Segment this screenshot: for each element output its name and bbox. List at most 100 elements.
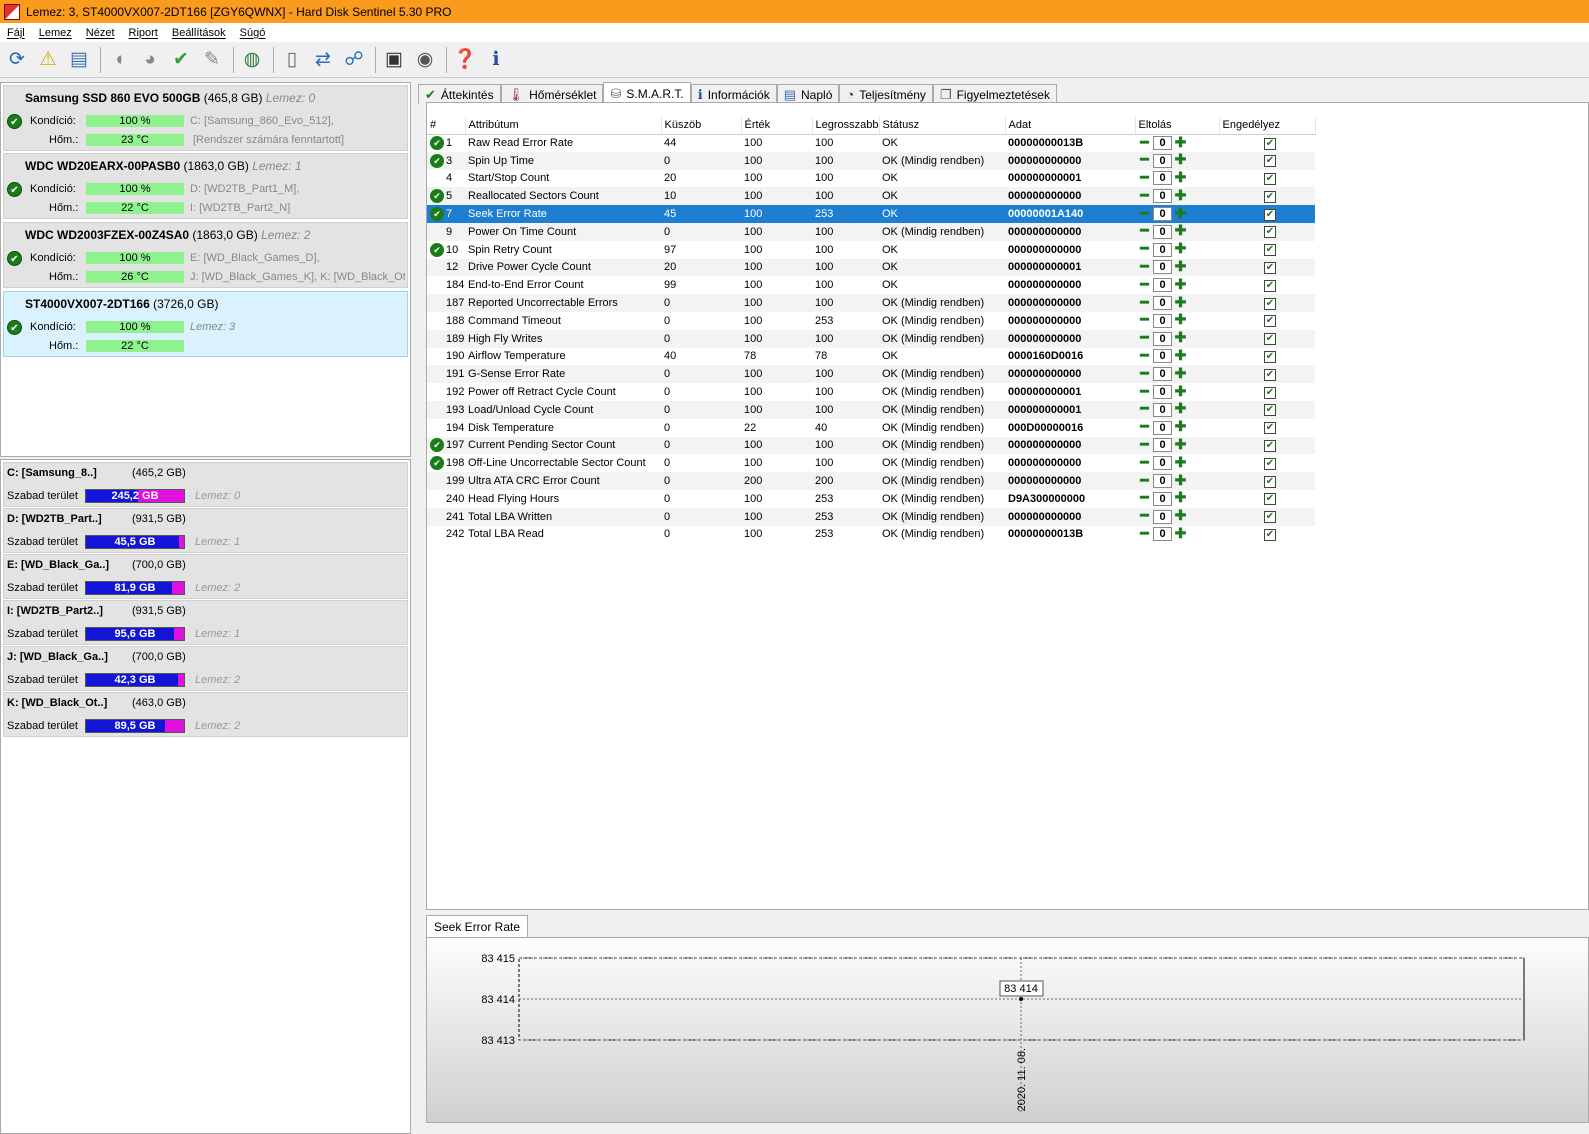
- menu-lemez[interactable]: Lemez: [32, 27, 79, 39]
- tab-teljesitmeny[interactable]: ◔ Teljesítmény: [839, 84, 933, 104]
- table-row[interactable]: 192 Power off Retract Cycle Count 0 100 100 O…: [427, 383, 1315, 401]
- table-row[interactable]: 190 Airflow Temperature 40 78 78 OK 0000160D00…: [427, 348, 1315, 366]
- enable-checkbox[interactable]: ✔: [1264, 493, 1276, 506]
- table-row[interactable]: 193 Load/Unload Cycle Count 0 100 100 OK (Min…: [427, 400, 1315, 419]
- disk-test-icon[interactable]: ◕: [136, 46, 164, 74]
- plus-icon[interactable]: ✚: [1174, 473, 1187, 488]
- table-row[interactable]: 4 Start/Stop Count 20 100 100 OK 000000000001 ━…: [427, 170, 1315, 188]
- plus-icon[interactable]: ✚: [1174, 330, 1187, 345]
- col-enable[interactable]: Engedélyez: [1219, 117, 1316, 135]
- plus-icon[interactable]: ✚: [1174, 170, 1187, 185]
- enable-checkbox[interactable]: ✔: [1264, 261, 1276, 274]
- offset-field[interactable]: 0: [1153, 491, 1172, 506]
- plus-icon[interactable]: ✚: [1174, 455, 1187, 470]
- table-row[interactable]: 12 Drive Power Cycle Count 20 100 100 OK 00000…: [427, 258, 1315, 277]
- minus-icon[interactable]: ━: [1138, 437, 1151, 452]
- menu-riport[interactable]: Riport: [122, 27, 165, 39]
- minus-icon[interactable]: ━: [1138, 312, 1151, 327]
- table-row[interactable]: 184 End-to-End Error Count 99 100 100 OK 00000…: [427, 276, 1315, 294]
- plus-icon[interactable]: ✚: [1174, 312, 1187, 327]
- table-row[interactable]: 241 Total LBA Written 0 100 253 OK (Mindig re…: [427, 507, 1315, 526]
- table-row[interactable]: ✔ 10 Spin Retry Count 97 100 100 OK 00000000000…: [427, 241, 1315, 259]
- minus-icon[interactable]: ━: [1138, 295, 1151, 310]
- info-icon[interactable]: ℹ: [482, 46, 510, 74]
- menu-sugo[interactable]: Súgó: [233, 27, 273, 39]
- plus-icon[interactable]: ✚: [1174, 384, 1187, 399]
- monitor-icon[interactable]: ▣: [380, 46, 408, 74]
- enable-checkbox[interactable]: ✔: [1264, 457, 1276, 470]
- offset-field[interactable]: 0: [1153, 402, 1172, 417]
- refresh-icon[interactable]: ⟳: [3, 46, 31, 74]
- table-row[interactable]: 187 Reported Uncorrectable Errors 0 100 100 O…: [427, 294, 1315, 312]
- enable-checkbox[interactable]: ✔: [1264, 422, 1276, 435]
- menu-beallitasok[interactable]: Beállítások: [165, 27, 233, 39]
- minus-icon[interactable]: ━: [1138, 401, 1151, 416]
- plus-icon[interactable]: ✚: [1174, 419, 1187, 434]
- plus-icon[interactable]: ✚: [1174, 401, 1187, 416]
- offset-field[interactable]: 0: [1153, 456, 1172, 471]
- table-row[interactable]: ✔ 7 Seek Error Rate 45 100 253 OK 00000001A140 ━…: [427, 205, 1315, 223]
- minus-icon[interactable]: ━: [1138, 419, 1151, 434]
- plus-icon[interactable]: ✚: [1174, 437, 1187, 452]
- disk-info-icon[interactable]: ▤: [65, 46, 93, 74]
- disk-item-3[interactable]: ST4000VX007-2DT166 (3726,0 GB) ✔ Kondíci…: [3, 291, 408, 357]
- table-row[interactable]: ✔ 1 Raw Read Error Rate 44 100 100 OK 000000000…: [427, 134, 1315, 152]
- minus-icon[interactable]: ━: [1138, 259, 1151, 274]
- col-attribute[interactable]: Attribútum: [465, 117, 662, 135]
- offset-field[interactable]: 0: [1153, 224, 1172, 239]
- offset-field[interactable]: 0: [1153, 242, 1172, 257]
- disk-tools-icon[interactable]: ✎: [198, 46, 226, 74]
- enable-checkbox[interactable]: ✔: [1264, 511, 1276, 524]
- partition-item-4[interactable]: J: [WD_Black_Ga..] (700,0 GB) Szabad ter…: [3, 646, 408, 691]
- offset-field[interactable]: 0: [1153, 474, 1172, 489]
- minus-icon[interactable]: ━: [1138, 188, 1151, 203]
- enable-checkbox[interactable]: ✔: [1264, 137, 1276, 150]
- offset-field[interactable]: 0: [1153, 260, 1172, 275]
- minus-icon[interactable]: ━: [1138, 152, 1151, 167]
- menu-fajl[interactable]: Fájl: [0, 27, 32, 39]
- partition-item-0[interactable]: C: [Samsung_8..] (465,2 GB) Szabad terül…: [3, 462, 408, 507]
- minus-icon[interactable]: ━: [1138, 526, 1151, 541]
- enable-checkbox[interactable]: ✔: [1264, 386, 1276, 399]
- plus-icon[interactable]: ✚: [1174, 241, 1187, 256]
- offset-field[interactable]: 0: [1153, 438, 1172, 453]
- table-row[interactable]: 240 Head Flying Hours 0 100 253 OK (Mindig re…: [427, 490, 1315, 508]
- speaker-icon[interactable]: ◉: [411, 46, 439, 74]
- plus-icon[interactable]: ✚: [1174, 348, 1187, 363]
- disk-item-0[interactable]: Samsung SSD 860 EVO 500GB (465,8 GB) Lem…: [3, 85, 408, 151]
- offset-field[interactable]: 0: [1153, 313, 1172, 328]
- disk-item-2[interactable]: WDC WD2003FZEX-00Z4SA0 (1863,0 GB) Lemez…: [3, 222, 408, 288]
- plus-icon[interactable]: ✚: [1174, 277, 1187, 292]
- table-row[interactable]: 189 High Fly Writes 0 100 100 OK (Mindig rend…: [427, 329, 1315, 348]
- minus-icon[interactable]: ━: [1138, 384, 1151, 399]
- plus-icon[interactable]: ✚: [1174, 206, 1187, 221]
- offset-field[interactable]: 0: [1153, 367, 1172, 382]
- table-row[interactable]: 188 Command Timeout 0 100 253 OK (Mindig rend…: [427, 312, 1315, 330]
- table-row[interactable]: 242 Total LBA Read 0 100 253 OK (Mindig rendb…: [427, 526, 1315, 544]
- minus-icon[interactable]: ━: [1138, 170, 1151, 185]
- sync-icon[interactable]: ⇄: [309, 46, 337, 74]
- minus-icon[interactable]: ━: [1138, 330, 1151, 345]
- col-threshold[interactable]: Küszöb: [661, 117, 742, 135]
- enable-checkbox[interactable]: ✔: [1264, 297, 1276, 310]
- offset-field[interactable]: 0: [1153, 153, 1172, 168]
- enable-checkbox[interactable]: ✔: [1264, 190, 1276, 203]
- offset-field[interactable]: 0: [1153, 171, 1172, 186]
- table-row[interactable]: ✔ 198 Off-Line Uncorrectable Sector Count 0…: [427, 454, 1315, 472]
- offset-field[interactable]: 0: [1153, 509, 1172, 524]
- tab-naplo[interactable]: ▤ Napló: [776, 84, 840, 104]
- plus-icon[interactable]: ✚: [1174, 526, 1187, 541]
- tab-attekintes[interactable]: ✔ Áttekintés: [418, 84, 501, 104]
- disk-item-1[interactable]: WDC WD20EARX-00PASB0 (1863,0 GB) Lemez: …: [3, 153, 408, 219]
- offset-field[interactable]: 0: [1153, 278, 1172, 293]
- network-icon[interactable]: ☍: [340, 46, 368, 74]
- graph-tab[interactable]: Seek Error Rate: [426, 915, 529, 937]
- partition-item-1[interactable]: D: [WD2TB_Part..] (931,5 GB) Szabad terü…: [3, 508, 408, 553]
- table-row[interactable]: 194 Disk Temperature 0 22 40 OK (Mindig rendb…: [427, 419, 1315, 437]
- enable-checkbox[interactable]: ✔: [1264, 333, 1276, 346]
- table-row[interactable]: ✔ 197 Current Pending Sector Count 0 100 100 O…: [427, 436, 1315, 455]
- table-row[interactable]: 199 Ultra ATA CRC Error Count 0 200 200 OK (M…: [427, 472, 1315, 490]
- offset-field[interactable]: 0: [1153, 296, 1172, 311]
- enable-checkbox[interactable]: ✔: [1264, 244, 1276, 257]
- minus-icon[interactable]: ━: [1138, 455, 1151, 470]
